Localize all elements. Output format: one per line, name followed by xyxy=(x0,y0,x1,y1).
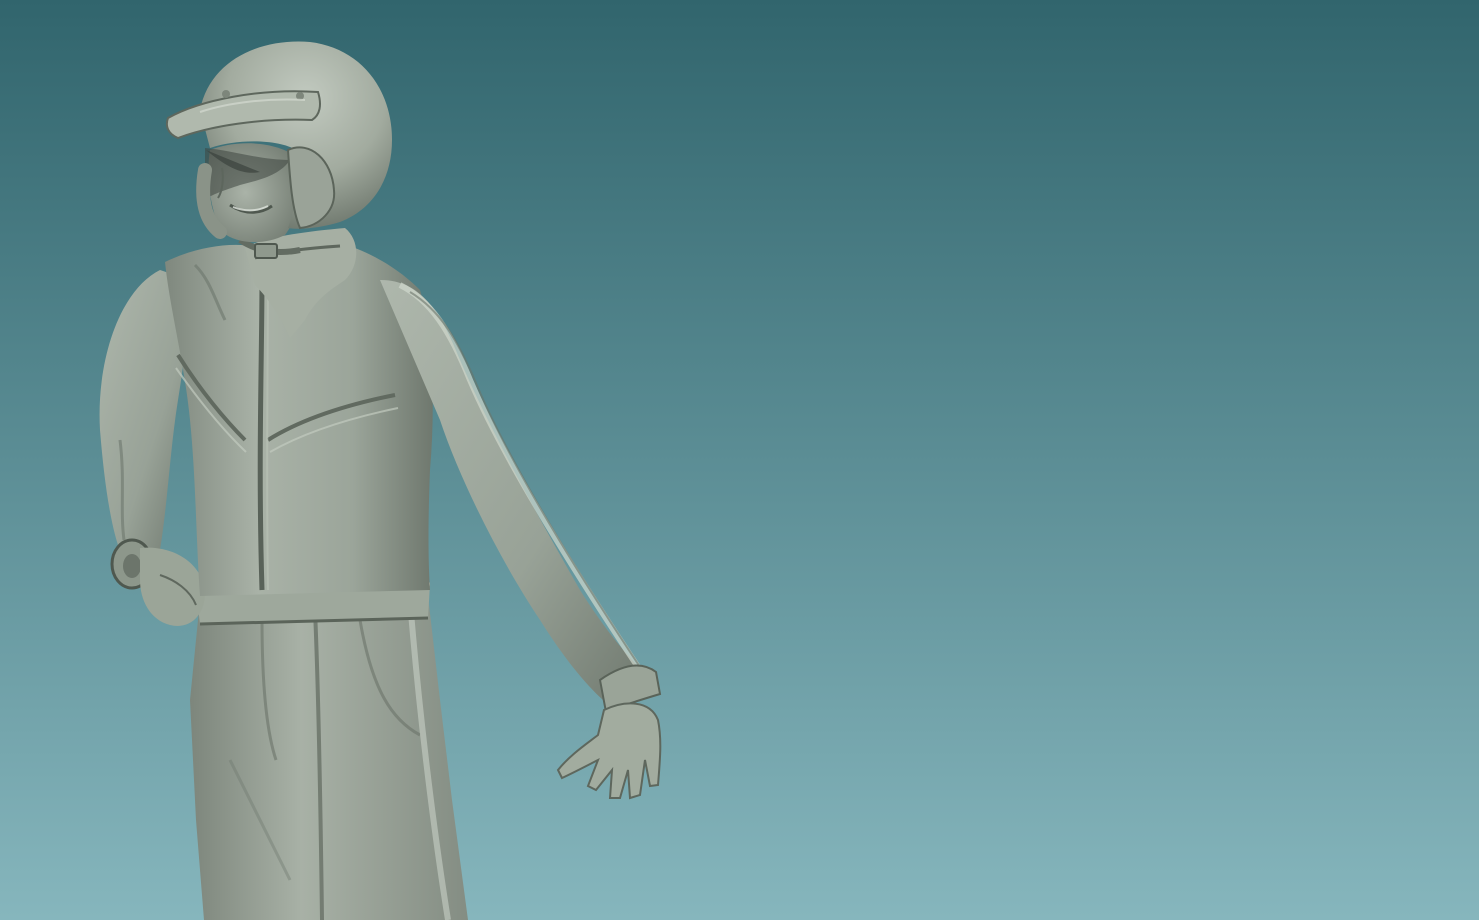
visor-snap-left xyxy=(222,90,230,98)
strap-buckle xyxy=(254,243,278,259)
sculpt-viewport[interactable] xyxy=(0,0,1479,920)
viewport-canvas xyxy=(0,0,1479,920)
